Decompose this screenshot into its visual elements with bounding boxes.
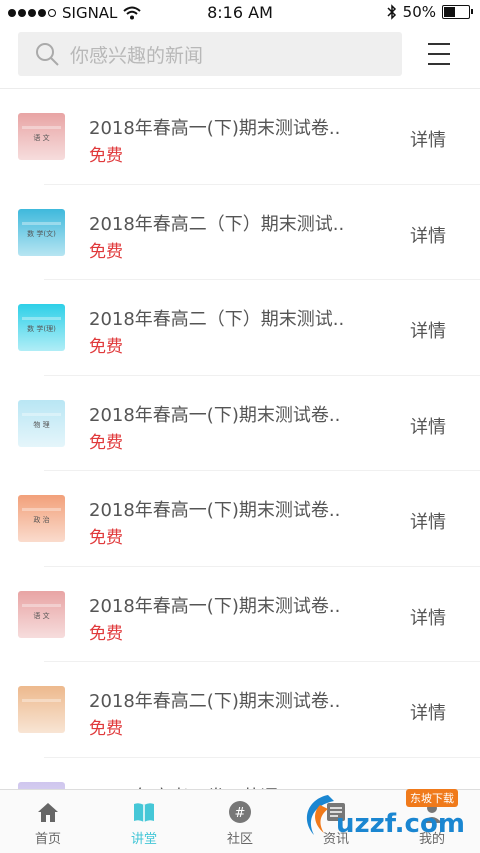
course-thumbnail: 物 理 xyxy=(18,399,65,447)
thumbnail-band xyxy=(22,699,61,702)
tab-home[interactable]: 首页 xyxy=(0,790,96,853)
search-input[interactable]: 你感兴趣的新闻 xyxy=(18,32,402,76)
course-thumbnail xyxy=(18,686,65,733)
svg-text:#: # xyxy=(235,806,246,821)
detail-button[interactable]: 详情 xyxy=(410,508,446,534)
course-row[interactable]: 物 理 2018年春高一(下)期末测试卷.. 免费 详情 xyxy=(0,376,480,472)
thumbnail-subject: 语 文 xyxy=(33,611,50,620)
watermark-badge: 东坡下载 xyxy=(406,789,458,807)
search-header: 你感兴趣的新闻 xyxy=(0,26,480,89)
thumbnail-subject: 政 治 xyxy=(33,516,50,524)
course-price: 免费 xyxy=(89,241,123,262)
course-price: 免费 xyxy=(89,623,123,644)
course-list: 语 文 2018年春高一(下)期末测试卷.. 免费 详情数 学(文) 2018年春高二（… xyxy=(0,89,480,853)
course-title: 2018年春高一(下)期末测试卷.. xyxy=(89,595,341,617)
detail-button[interactable]: 详情 xyxy=(410,222,446,248)
thumbnail-subject: 数 学(理) xyxy=(27,325,56,333)
course-title: 2018年春高一(下)期末测试卷.. xyxy=(89,118,341,139)
course-row[interactable]: 数 学(理) 2018年春高二（下）期末测试.. 免费 详情 xyxy=(0,280,480,376)
watermark-brand: uzzf.com xyxy=(336,809,465,839)
watermark-logo: uzzf.com 东坡下载 xyxy=(296,787,480,847)
course-thumbnail: 政 治 xyxy=(18,495,65,542)
thumbnail-band xyxy=(22,603,61,607)
course-thumbnail: 语 文 xyxy=(18,590,65,638)
thumbnail-band xyxy=(22,508,61,511)
course-row[interactable]: 2018年春高二(下)期末测试卷.. 免费 详情 xyxy=(0,662,480,758)
thumbnail-subject: 物 理 xyxy=(33,420,50,429)
thumbnail-band xyxy=(22,221,61,225)
thumbnail-subject: 数 学(文) xyxy=(27,229,56,238)
course-title: 2018年春高二(下)期末测试卷.. xyxy=(89,691,341,712)
hash-icon: # xyxy=(229,801,251,823)
course-row[interactable]: 数 学(文) 2018年春高二（下）期末测试.. 免费 详情 xyxy=(0,185,480,281)
detail-button[interactable]: 详情 xyxy=(410,317,446,343)
course-title: 2018年春高一(下)期末测试卷.. xyxy=(89,404,341,426)
course-row[interactable]: 政 治 2018年春高一(下)期末测试卷.. 免费 详情 xyxy=(0,471,480,567)
home-icon xyxy=(38,803,58,822)
status-right: 50% xyxy=(387,3,473,21)
course-thumbnail: 数 学(理) xyxy=(18,304,65,351)
course-title: 2018年春高一(下)期末测试卷.. xyxy=(89,500,341,521)
thumbnail-band xyxy=(22,317,61,320)
tab-label: 讲堂 xyxy=(130,832,157,847)
course-price: 免费 xyxy=(89,719,123,739)
course-thumbnail: 语 文 xyxy=(18,113,65,160)
battery-icon xyxy=(442,5,473,19)
course-row[interactable]: 语 文 2018年春高一(下)期末测试卷.. 免费 详情 xyxy=(0,89,480,185)
bluetooth-icon xyxy=(387,4,396,20)
status-bar: SIGNAL 8:16 AM 50% xyxy=(0,0,480,26)
tab-book[interactable]: 讲堂 xyxy=(96,790,192,853)
course-title: 2018年春高二（下）期末测试.. xyxy=(89,213,345,235)
thumbnail-subject: 语 文 xyxy=(33,134,50,142)
detail-button[interactable]: 详情 xyxy=(410,126,446,152)
course-price: 免费 xyxy=(89,528,123,548)
detail-button[interactable]: 详情 xyxy=(410,413,446,439)
tab-label: 社区 xyxy=(226,832,253,847)
thumbnail-band xyxy=(22,126,61,129)
course-price: 免费 xyxy=(89,337,123,357)
course-thumbnail: 数 学(文) xyxy=(18,208,65,256)
detail-button[interactable]: 详情 xyxy=(410,699,446,725)
thumbnail-band xyxy=(22,412,61,416)
detail-button[interactable]: 详情 xyxy=(410,604,446,630)
book-icon xyxy=(134,803,154,822)
search-icon xyxy=(36,43,59,66)
course-row[interactable]: 语 文 2018年春高一(下)期末测试卷.. 免费 详情 xyxy=(0,567,480,663)
course-price: 免费 xyxy=(89,146,123,166)
search-placeholder: 你感兴趣的新闻 xyxy=(70,44,204,67)
course-price: 免费 xyxy=(89,432,123,453)
tab-hash[interactable]: # 社区 xyxy=(192,790,288,853)
course-title: 2018年春高二（下）期末测试.. xyxy=(89,309,345,330)
battery-percent: 50% xyxy=(402,3,436,21)
tab-label: 首页 xyxy=(34,832,61,847)
menu-icon[interactable] xyxy=(428,43,450,65)
